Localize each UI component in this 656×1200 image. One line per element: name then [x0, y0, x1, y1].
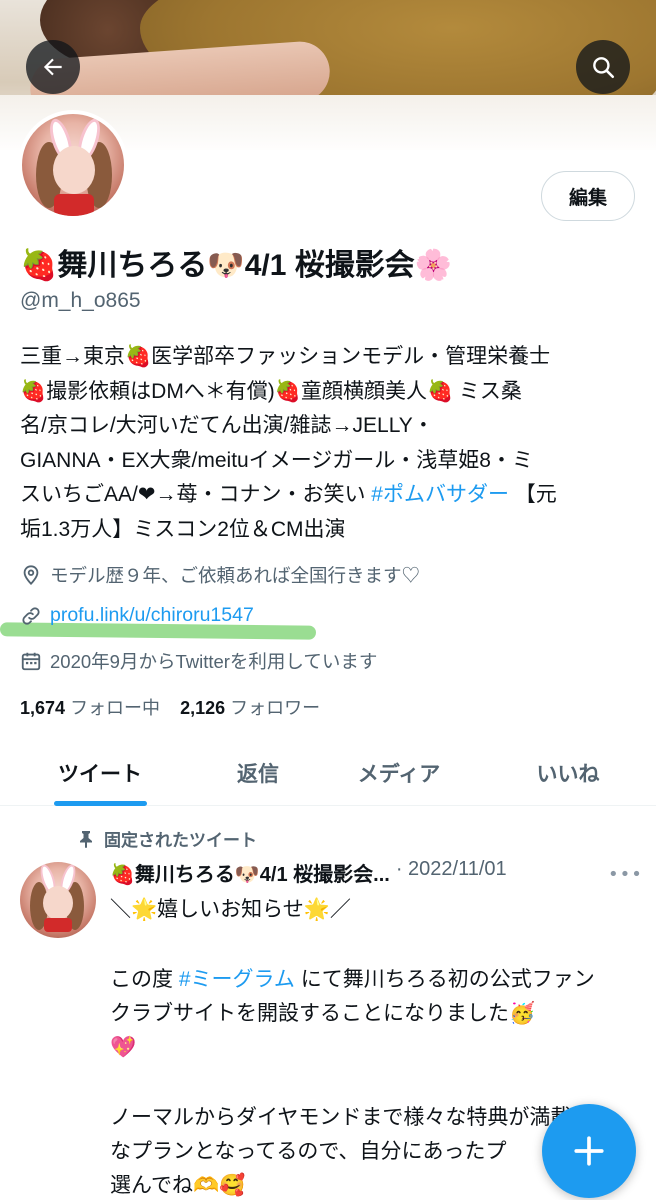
location-text: モデル歴９年、ご依頼あれば全国行きます♡	[50, 565, 421, 586]
bio-line: 垢1.3万人】ミスコン2位＆CM出演	[20, 517, 346, 541]
website-link[interactable]: profu.link/u/chiroru1547	[50, 604, 254, 627]
back-button[interactable]	[26, 40, 80, 94]
tab-media[interactable]: メディア	[336, 740, 462, 806]
followers-count: 2,126	[180, 698, 226, 718]
calendar-icon	[21, 652, 41, 671]
tab-likes[interactable]: いいね	[500, 740, 636, 806]
followers-label: フォロワー	[230, 698, 321, 718]
tweet-author-avatar[interactable]	[20, 862, 96, 938]
tab-tweets[interactable]: ツイート	[20, 740, 180, 806]
followers-link[interactable]: 2,126 フォロワー	[180, 698, 320, 718]
profile-location: モデル歴９年、ご依頼あれば全国行きます♡	[20, 562, 420, 588]
profile-handle: @m_h_o865	[20, 289, 141, 312]
tweet-line: この度 #ミーグラム にて舞川ちろる初の公式ファン	[110, 968, 595, 991]
compose-tweet-button[interactable]	[542, 1104, 636, 1198]
tweet-date[interactable]: · 2022/11/01	[396, 858, 507, 887]
following-count: 1,674	[20, 698, 66, 718]
tweet-line: クラブサイトを開設することになりました🥳	[110, 1002, 536, 1025]
link-icon	[22, 606, 40, 625]
tweet-author-name[interactable]: 🍓舞川ちろる🐶4/1 桜撮影会...	[110, 858, 390, 887]
joined-text: 2020年9月からTwitterを利用しています	[50, 651, 378, 672]
more-dots-icon[interactable]: •••	[608, 864, 643, 885]
bio-line: 🍓撮影依頼はDMへ＊有償)🍓童顔横顔美人🍓 ミス桑	[20, 379, 522, 403]
tweet-line: ＼🌟嬉しいお知らせ🌟／	[110, 898, 351, 921]
compose-plus-icon	[574, 1136, 604, 1166]
location-pin-icon	[23, 565, 39, 586]
bio-hashtag-link[interactable]: #ポムバサダー	[371, 483, 509, 506]
tweet-line: 💖	[110, 1036, 137, 1059]
pinned-tweet-label: 固定されたツイート	[78, 826, 257, 851]
profile-avatar[interactable]	[18, 110, 128, 220]
search-icon	[593, 57, 615, 79]
profile-website: profu.link/u/chiroru1547	[20, 604, 254, 627]
bio-line: 名/京コレ/大河いだてん出演/雑誌→JELLY・	[20, 414, 434, 437]
following-label: フォロー中	[70, 698, 161, 718]
tweet-header: 🍓舞川ちろる🐶4/1 桜撮影会... · 2022/11/01	[110, 858, 507, 887]
profile-display-name: 🍓舞川ちろる🐶4/1 桜撮影会🌸	[20, 249, 453, 282]
active-tab-indicator	[54, 801, 147, 806]
bio-line: スいちごAA/❤→苺・コナン・お笑い #ポムバサダー 【元	[20, 483, 557, 506]
pin-icon	[80, 830, 92, 848]
follow-stats: 1,674 フォロー中 2,126 フォロワー	[20, 694, 320, 720]
edit-profile-button[interactable]: 編集	[541, 171, 635, 221]
following-link[interactable]: 1,674 フォロー中	[20, 698, 160, 718]
tweet-hashtag-link[interactable]: #ミーグラム	[179, 968, 295, 991]
tab-replies[interactable]: 返信	[180, 740, 336, 806]
profile-tabs: ツイート 返信 メディア いいね	[0, 740, 656, 806]
search-button[interactable]	[576, 40, 630, 94]
bio-line: 三重→東京🍓医学部卒ファッションモデル・管理栄養士	[20, 345, 551, 368]
profile-bio: 三重→東京🍓医学部卒ファッションモデル・管理栄養士 🍓撮影依頼はDMへ＊有償)🍓…	[20, 340, 640, 547]
profile-joined: 2020年9月からTwitterを利用しています	[20, 648, 377, 674]
back-arrow-icon	[43, 58, 62, 76]
bio-line: GIANNA・EX大衆/meituイメージガール・浅草姫8・ミ	[20, 448, 533, 472]
